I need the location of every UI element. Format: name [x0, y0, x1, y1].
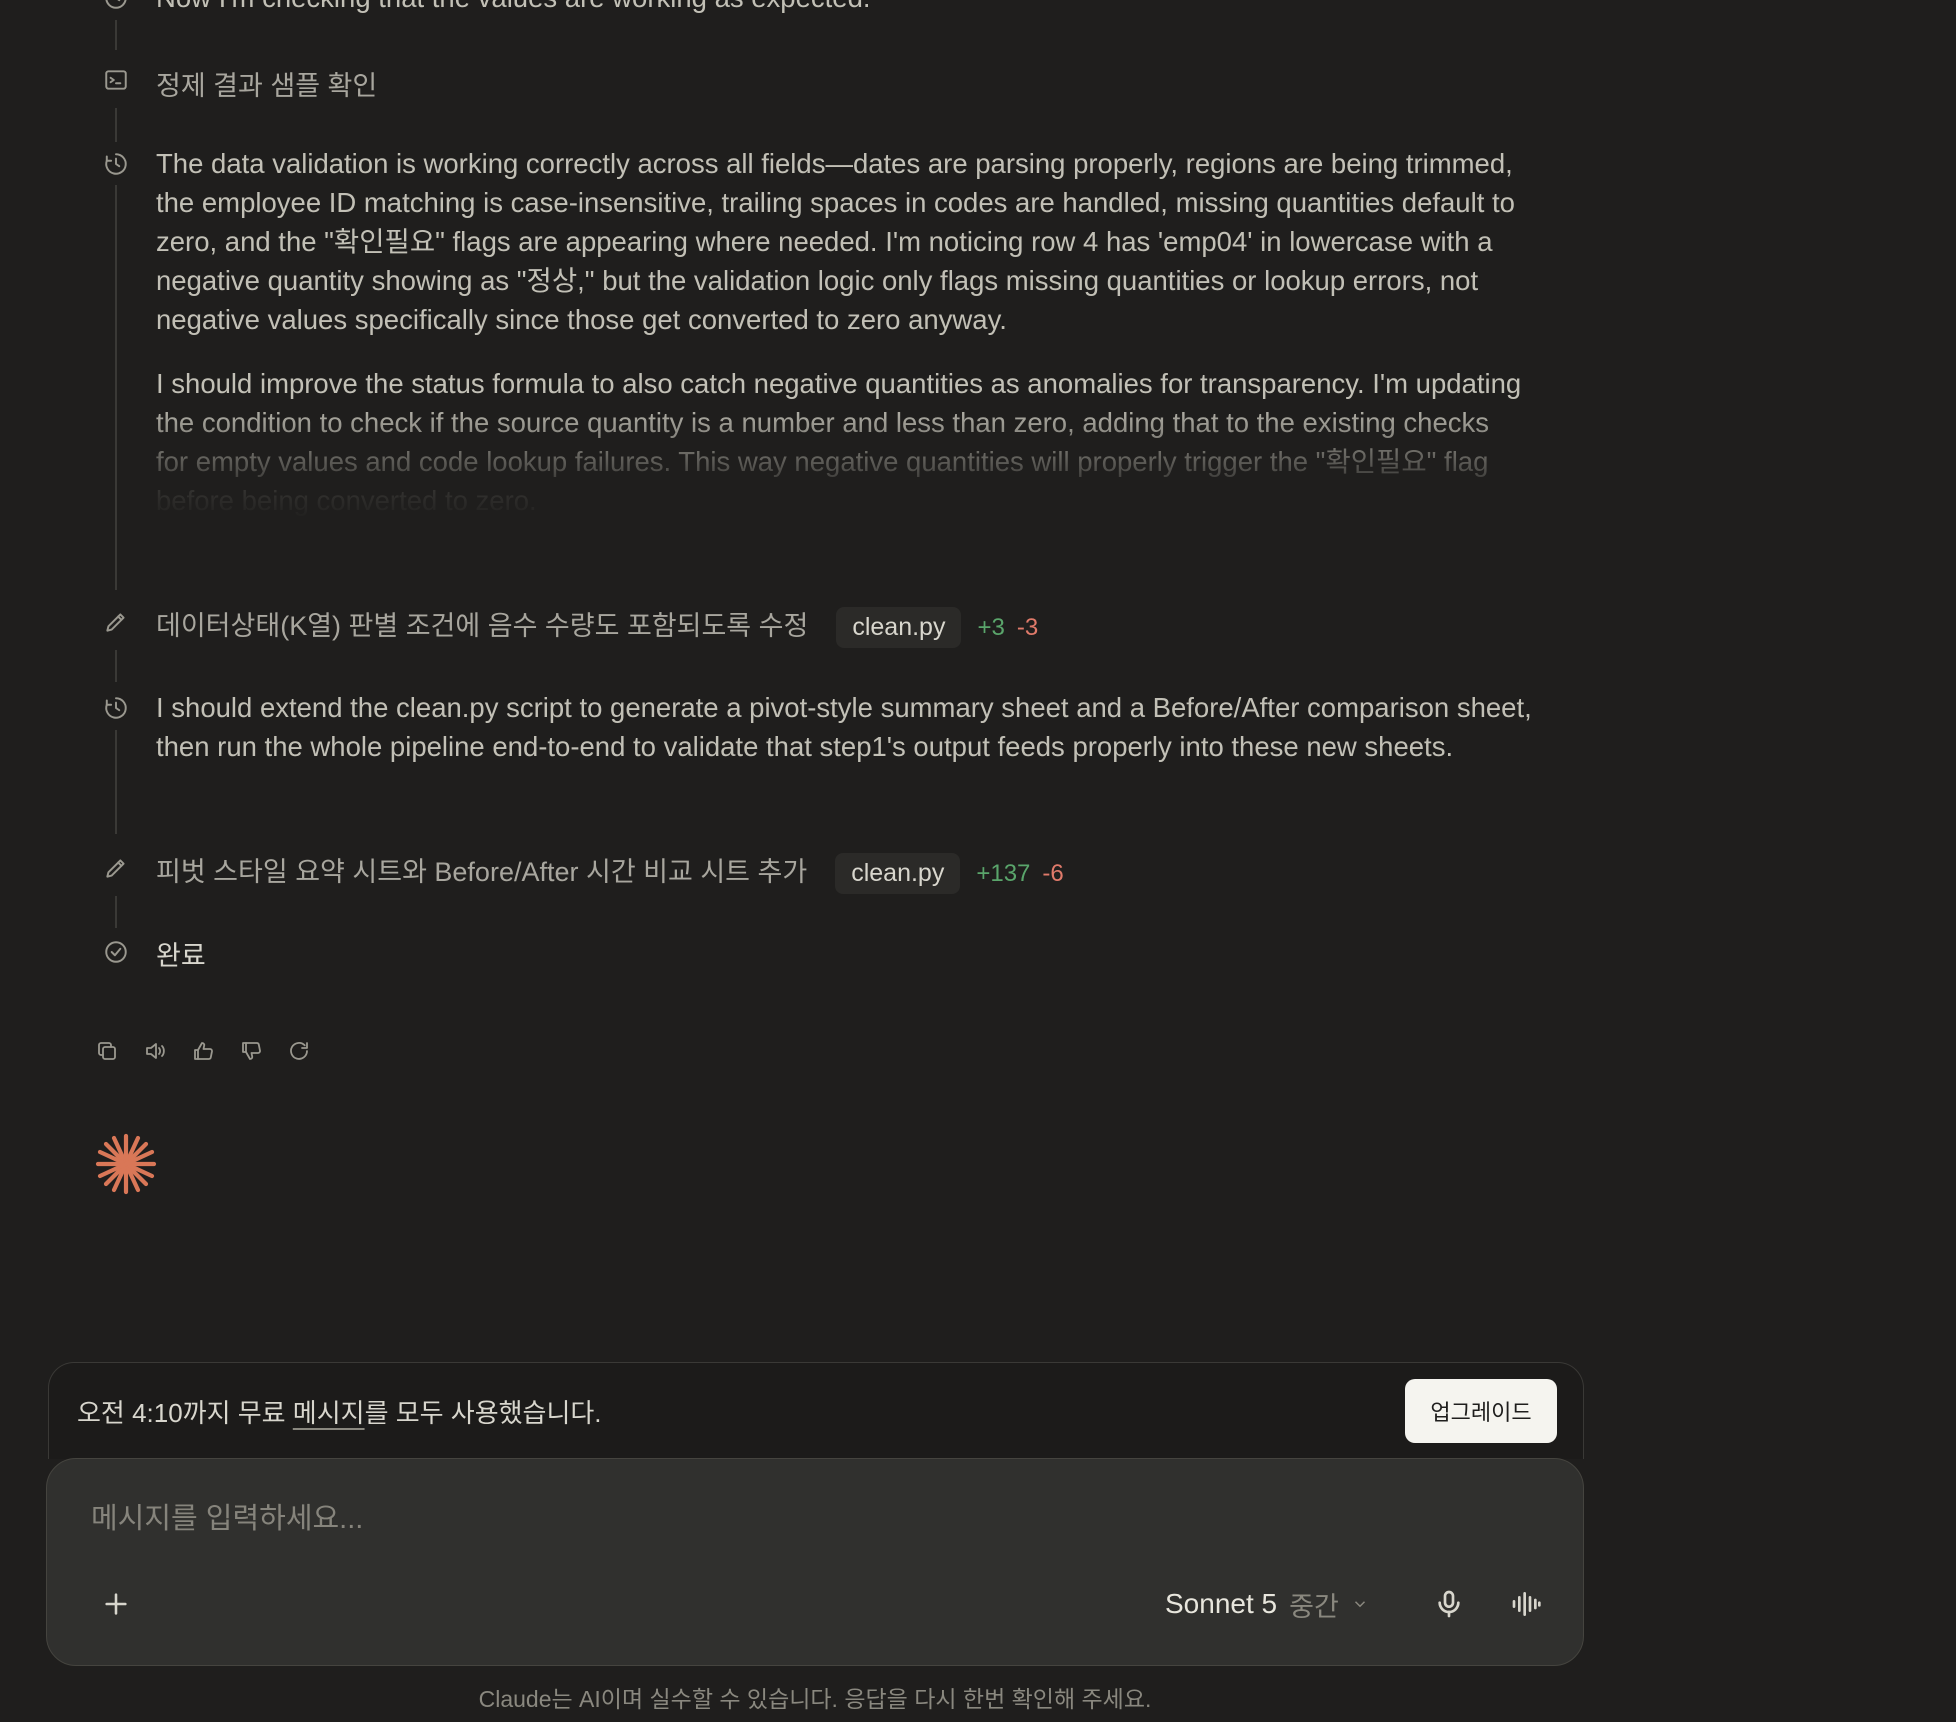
pencil-icon — [96, 848, 136, 888]
upgrade-button[interactable]: 업그레이드 — [1405, 1379, 1557, 1443]
file-chip[interactable]: clean.py — [836, 607, 962, 649]
usage-limit-text: 오전 4:10까지 무료 메시지를 모두 사용했습니다. — [77, 1393, 602, 1430]
pencil-icon — [96, 602, 136, 642]
chevron-down-icon — [1354, 1601, 1365, 1608]
timeline-connector — [115, 185, 117, 590]
model-level: 중간 — [1289, 1591, 1339, 1622]
clock-icon — [96, 0, 136, 18]
add-attachment-button[interactable] — [95, 1583, 137, 1625]
edit-label: 피벗 스타일 요약 시트와 Before/After 시간 비교 시트 추가 — [156, 857, 808, 887]
message-actions — [92, 1036, 314, 1066]
thought-paragraph: I should extend the clean.py script to g… — [156, 692, 1532, 762]
timeline-connector — [115, 896, 117, 928]
check-circle-icon — [96, 932, 136, 972]
step-text: Now I'm checking that the values are wor… — [156, 0, 871, 14]
file-chip[interactable]: clean.py — [835, 853, 961, 895]
thought-text: The data validation is working correctly… — [156, 144, 1526, 520]
thought-paragraph: I should improve the status formula to a… — [156, 368, 1522, 516]
thinking-clock-icon — [96, 144, 136, 184]
done-label: 완료 — [156, 941, 206, 971]
thought-text: I should extend the clean.py script to g… — [156, 688, 1536, 766]
retry-icon[interactable] — [284, 1036, 314, 1066]
notice-prefix: 오전 4:10까지 무료 — [77, 1398, 293, 1428]
thumbs-up-icon[interactable] — [188, 1036, 218, 1066]
notice-suffix: 를 모두 사용했습니다. — [364, 1398, 602, 1428]
terminal-icon — [96, 60, 136, 100]
thumbs-down-icon[interactable] — [236, 1036, 266, 1066]
speaker-icon[interactable] — [140, 1036, 170, 1066]
edit-label: 데이터상태(K열) 판별 조건에 음수 수량도 포함되도록 수정 — [156, 611, 809, 641]
messages-link[interactable]: 메시지 — [293, 1398, 365, 1428]
voice-mode-button[interactable] — [1501, 1581, 1551, 1627]
lines-removed: -6 — [1042, 859, 1064, 887]
plus-icon — [105, 1593, 127, 1615]
timeline-connector — [115, 108, 117, 142]
ai-disclaimer: Claude는 AI이며 실수할 수 있습니다. 응답을 다시 한번 확인해 주… — [478, 1686, 1152, 1712]
microphone-button[interactable] — [1427, 1581, 1471, 1627]
timeline-connector — [115, 20, 117, 50]
model-name: Sonnet 5 — [1165, 1588, 1278, 1619]
message-input[interactable] — [89, 1493, 1493, 1545]
lines-removed: -3 — [1016, 613, 1039, 641]
message-composer: Sonnet 5 중간 — [46, 1458, 1584, 1666]
lines-added: +3 — [977, 613, 1005, 641]
thinking-clock-icon — [96, 688, 136, 728]
edit-description: 피벗 스타일 요약 시트와 Before/After 시간 비교 시트 추가 cl… — [156, 850, 1064, 895]
microphone-icon — [1438, 1590, 1460, 1618]
edit-description: 데이터상태(K열) 판별 조건에 음수 수량도 포함되도록 수정 clean.py… — [156, 604, 1039, 649]
timeline-connector — [115, 730, 117, 834]
thought-paragraph: The data validation is working correctly… — [156, 148, 1515, 335]
lines-added: +137 — [976, 859, 1031, 887]
claude-spark-icon — [92, 1130, 160, 1198]
step-label: 정제 결과 샘플 확인 — [156, 71, 378, 101]
timeline-connector — [115, 650, 117, 682]
usage-limit-notice: 오전 4:10까지 무료 메시지를 모두 사용했습니다. 업그레이드 — [48, 1362, 1584, 1459]
voice-wave-icon — [1512, 1592, 1541, 1616]
model-selector[interactable]: Sonnet 5 중간 — [1165, 1583, 1369, 1625]
copy-icon[interactable] — [92, 1036, 122, 1066]
